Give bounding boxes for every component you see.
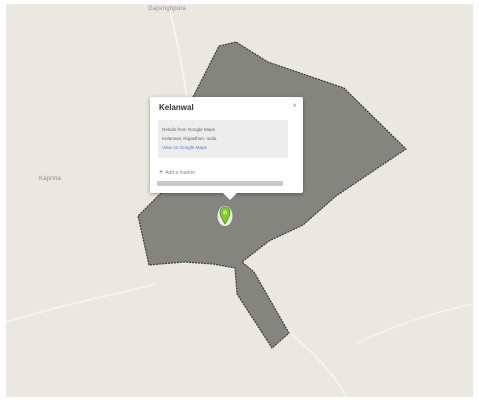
info-source-text: Details from Google Maps [162, 127, 216, 132]
popup-title: Kelanwal [159, 103, 194, 112]
map-canvas[interactable]: Gajsinghpura Kaprina Kelanwal × Details … [6, 4, 473, 397]
map-frame: Gajsinghpura Kaprina Kelanwal × Details … [0, 0, 479, 405]
view-on-map-link[interactable]: View on Google Maps [162, 145, 207, 150]
info-popup: Kelanwal × Details from Google Maps Kela… [150, 97, 303, 200]
map-pin-graphic [217, 206, 233, 226]
info-location-text: Kelanwal, Rajasthan, India [162, 136, 217, 141]
map-base-layer [6, 4, 473, 397]
popup-scrollbar[interactable] [157, 181, 283, 186]
add-marker-label: Add a marker [165, 170, 196, 176]
road-southwest [6, 283, 157, 323]
close-icon[interactable]: × [292, 101, 297, 110]
add-marker-action[interactable]: + Add a marker [159, 169, 195, 176]
map-pin-icon[interactable] [217, 204, 233, 233]
district-boundary-polygon[interactable] [137, 41, 407, 349]
road-east [355, 303, 473, 345]
popup-pointer [223, 193, 237, 200]
place-label-west: Kaprina [39, 176, 62, 182]
popup-info-box: Details from Google Maps Kelanwal, Rajas… [158, 120, 288, 158]
place-label-north: Gajsinghpura [148, 6, 187, 12]
plus-icon: + [159, 169, 164, 176]
